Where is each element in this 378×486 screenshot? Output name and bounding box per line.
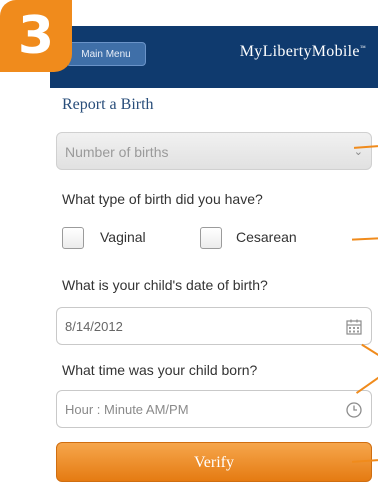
- select-placeholder: Number of births: [65, 144, 169, 160]
- main-menu-button[interactable]: Main Menu: [66, 42, 146, 66]
- calendar-icon[interactable]: [345, 318, 363, 336]
- date-of-birth-input[interactable]: 8/14/2012: [56, 307, 372, 345]
- trademark: ™: [359, 45, 366, 52]
- birth-type-question: What type of birth did you have?: [62, 191, 263, 207]
- time-question: What time was your child born?: [62, 362, 258, 378]
- vaginal-label: Vaginal: [100, 229, 146, 245]
- chevron-down-icon: ⌄: [353, 146, 363, 158]
- time-of-birth-input[interactable]: Hour : Minute AM/PM: [56, 390, 372, 428]
- cesarean-checkbox[interactable]: [200, 227, 222, 249]
- verify-button[interactable]: Verify: [56, 442, 372, 482]
- number-of-births-select[interactable]: Number of births ⌄: [56, 132, 372, 170]
- dob-question: What is your child's date of birth?: [62, 277, 268, 293]
- app-name: MyLibertyMobile™: [240, 43, 366, 61]
- time-placeholder: Hour : Minute AM/PM: [65, 402, 189, 417]
- step-badge: 3: [0, 0, 72, 72]
- page-title: Report a Birth: [62, 96, 154, 113]
- app-name-text: MyLibertyMobile: [239, 43, 360, 60]
- vaginal-checkbox[interactable]: [62, 227, 84, 249]
- clock-icon[interactable]: [345, 401, 363, 419]
- app-header: Main Menu MyLibertyMobile™: [50, 26, 378, 88]
- cesarean-label: Cesarean: [236, 229, 297, 245]
- dob-value: 8/14/2012: [65, 319, 123, 334]
